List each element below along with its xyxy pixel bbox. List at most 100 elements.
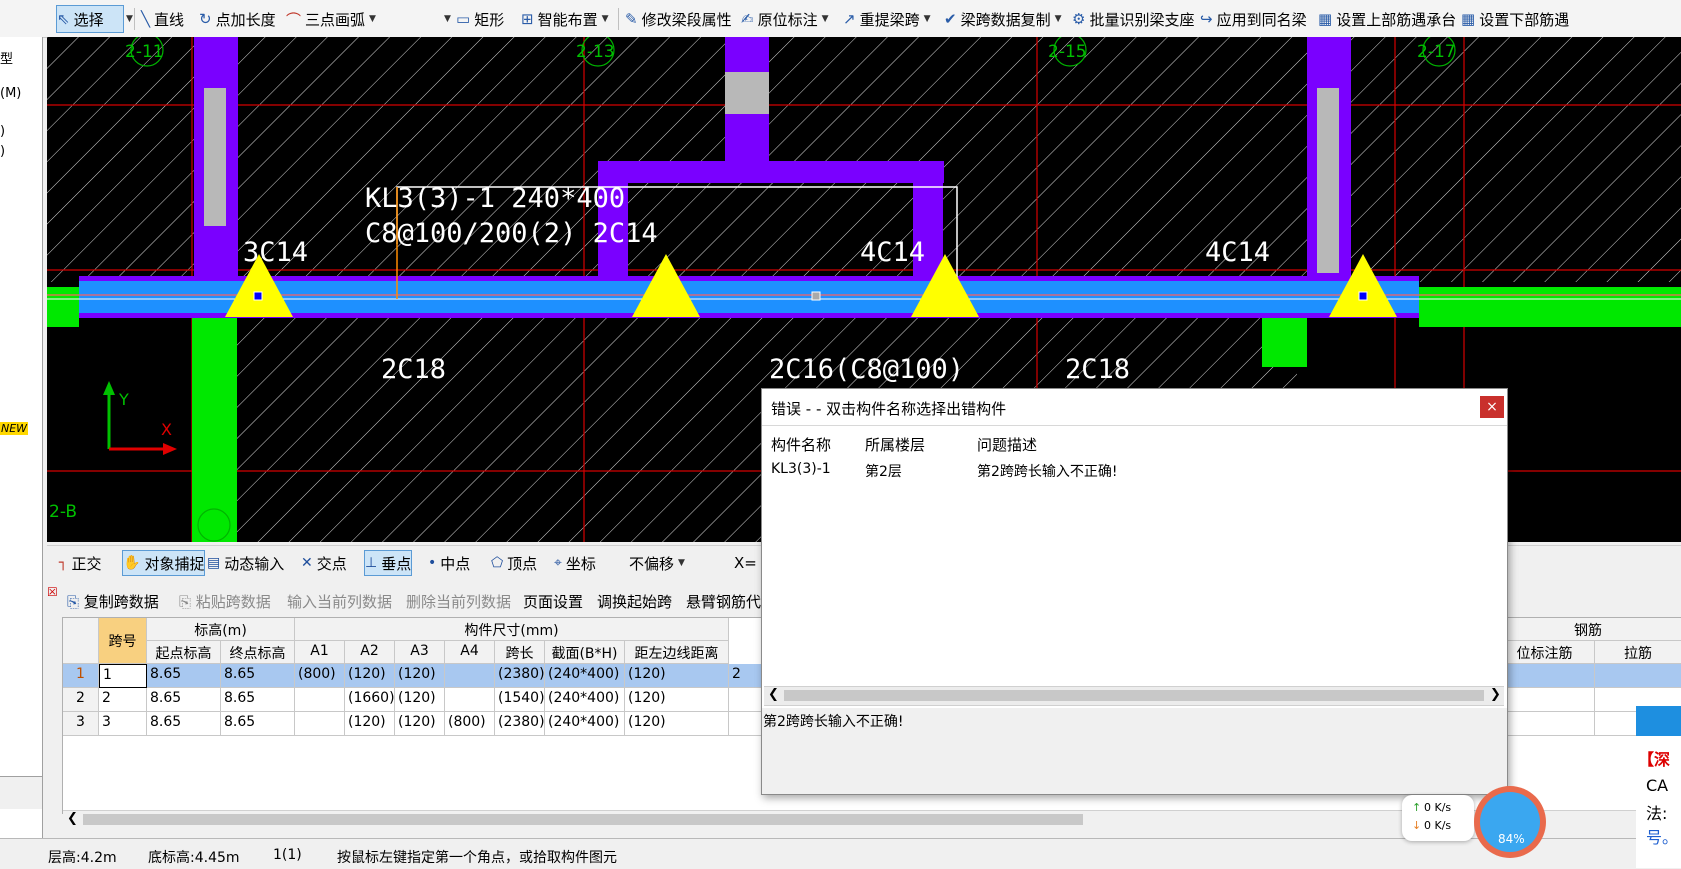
table-cell[interactable] <box>1495 664 1595 688</box>
table-cell[interactable]: (120) <box>345 712 395 736</box>
paste-span-data[interactable]: ⎘ 粘贴跨数据 <box>179 591 271 612</box>
copy-span-data-button[interactable]: ✔ 梁跨数据复制 ▼ <box>944 6 1062 32</box>
dynamic-input-toggle[interactable]: ▤ 动态输入 <box>207 551 284 575</box>
table-cell[interactable]: 8.65 <box>221 712 295 736</box>
table-cell[interactable]: (2380) <box>495 712 545 736</box>
close-button[interactable]: × <box>1480 396 1504 418</box>
table-cell[interactable]: 8.65 <box>221 664 295 688</box>
svg-text:Y: Y <box>118 390 129 409</box>
new-badge: NEW <box>0 422 29 435</box>
table-cell[interactable]: (1660) <box>345 688 395 712</box>
table-cell[interactable] <box>1495 712 1595 736</box>
size-header: 构件尺寸(mm) <box>295 618 729 641</box>
assistant-bubble[interactable]: 84% <box>1474 786 1546 858</box>
right-ad-panel[interactable]: 【深 CA 法: 号。 <box>1636 706 1681 868</box>
respan-button[interactable]: ↗ 重提梁跨 ▼ <box>843 6 931 32</box>
span-cell[interactable]: 3 <box>99 712 147 736</box>
select-tool-button[interactable]: ⇖ 选择 <box>56 5 124 33</box>
dialog-title: 错误 - - 双击构件名称选择出错构件 <box>771 400 1007 418</box>
top-rebar-label: 4C14 <box>860 237 925 268</box>
beam-name-label: KL3(3)-1 240*400 <box>365 183 625 214</box>
scroll-left-icon[interactable]: ❮ <box>768 687 779 702</box>
top-rebar-button[interactable]: ▦ 设置上部筋遇承台 <box>1318 6 1456 32</box>
delete-column-data[interactable]: 删除当前列数据 <box>406 591 511 612</box>
table-cell[interactable] <box>445 664 495 688</box>
coordinate-icon: ⌖ <box>554 555 562 571</box>
object-snap-toggle[interactable]: ✋ 对象捕捉 <box>122 550 206 576</box>
scroll-right-icon[interactable]: ❯ <box>1490 687 1501 702</box>
perpendicular-snap[interactable]: ⊥ 垂点 <box>364 550 413 576</box>
table-cell[interactable]: 8.65 <box>221 688 295 712</box>
table-cell[interactable]: (240*400) <box>545 712 625 736</box>
offset-select[interactable]: 不偏移 ▼ <box>629 551 685 575</box>
left-panel-text: ) <box>0 124 6 139</box>
scroll-thumb[interactable] <box>784 690 1484 701</box>
bottom-rebar-button[interactable]: ▦ 设置下部筋遇 <box>1461 6 1569 32</box>
line-tool-button[interactable]: ╲ 直线 <box>141 6 184 32</box>
in-place-annotation-button[interactable]: ✍ 原位标注 ▼ <box>741 6 829 32</box>
input-column-data[interactable]: 输入当前列数据 <box>287 591 392 612</box>
top-rebar-icon: ▦ <box>1318 10 1333 28</box>
vertex-snap[interactable]: ⬠ 顶点 <box>491 551 537 575</box>
batch-support-button[interactable]: ⚙ 批量识别梁支座 <box>1072 6 1194 32</box>
svg-text:X: X <box>161 420 172 439</box>
table-cell[interactable]: (240*400) <box>545 664 625 688</box>
span-cell[interactable]: 2 <box>99 688 147 712</box>
left-panel-footer <box>0 776 42 809</box>
table-cell[interactable] <box>1495 688 1595 712</box>
axis-label: 2-13 <box>576 42 615 62</box>
table-cell[interactable]: (800) <box>445 712 495 736</box>
apply-same-icon: ↪ <box>1200 10 1213 28</box>
table-cell[interactable]: (240*400) <box>545 688 625 712</box>
table-cell[interactable] <box>445 688 495 712</box>
table-cell[interactable] <box>1595 664 1681 688</box>
paste-icon: ⎘ <box>179 593 192 611</box>
midpoint-snap[interactable]: • 中点 <box>428 551 470 575</box>
table-cell[interactable]: (120) <box>395 664 445 688</box>
ad-header <box>1636 706 1681 736</box>
copy-span-data[interactable]: ⎘ 复制跨数据 <box>67 591 159 612</box>
apply-same-name-button[interactable]: ↪ 应用到同名梁 <box>1200 6 1307 32</box>
swap-start-span[interactable]: 调换起始跨 <box>597 591 672 612</box>
smart-layout-button[interactable]: ⊞ 智能布置 ▼ <box>521 6 609 32</box>
edit-beam-attr-button[interactable]: ✎ 修改梁段属性 <box>625 6 732 32</box>
table-cell[interactable]: 8.65 <box>147 712 221 736</box>
intersection-snap[interactable]: ✕ 交点 <box>301 551 347 575</box>
coordinate-snap[interactable]: ⌖ 坐标 <box>554 551 596 575</box>
table-cell[interactable]: (120) <box>625 688 729 712</box>
table-cell[interactable]: (120) <box>625 712 729 736</box>
scroll-thumb[interactable] <box>83 814 1083 825</box>
table-cell[interactable]: (120) <box>625 664 729 688</box>
table-cell[interactable]: (1540) <box>495 688 545 712</box>
table-cell[interactable]: (120) <box>395 688 445 712</box>
table-cell[interactable] <box>295 712 345 736</box>
three-point-arc-button[interactable]: ⌒ 三点画弧 ▼ <box>286 6 376 32</box>
panel-close-icon[interactable]: ☒ <box>47 585 58 599</box>
page-setup[interactable]: 页面设置 <box>523 591 583 612</box>
table-cell[interactable]: (120) <box>395 712 445 736</box>
span-cell[interactable]: 1 <box>99 664 147 688</box>
dialog-titlebar[interactable]: 错误 - - 双击构件名称选择出错构件 × <box>762 389 1507 426</box>
network-speed-widget: ↑ 0 K/s ↓ 0 K/s <box>1402 795 1474 841</box>
shape-dropdown[interactable]: ▼ <box>440 6 451 32</box>
scroll-left-icon[interactable]: ❮ <box>67 811 78 826</box>
dialog-scrollbar[interactable]: ❮ ❯ <box>764 686 1504 706</box>
cantilever-rebar[interactable]: 悬臂钢筋代 <box>686 591 761 612</box>
wall-3 <box>598 161 944 183</box>
table-cell[interactable]: 8.65 <box>147 688 221 712</box>
error-component-name[interactable]: KL3(3)-1 <box>771 461 831 477</box>
column-header: 起点标高 <box>147 641 221 664</box>
rectangle-button[interactable]: ▭ 矩形 <box>456 6 504 32</box>
table-cell[interactable]: (2380) <box>495 664 545 688</box>
table-cell[interactable]: (120) <box>345 664 395 688</box>
left-panel-text: (M) <box>0 86 22 101</box>
table-cell[interactable]: (800) <box>295 664 345 688</box>
cursor-icon: ⇖ <box>57 10 70 28</box>
select-dropdown[interactable]: ▼ <box>122 6 133 32</box>
table-cell[interactable] <box>295 688 345 712</box>
point-length-button[interactable]: ↻ 点加长度 <box>199 6 276 32</box>
error-floor: 第2层 <box>865 464 902 480</box>
respan-icon: ↗ <box>843 10 856 28</box>
ortho-toggle[interactable]: ┐ 正交 <box>59 551 101 575</box>
table-cell[interactable]: 8.65 <box>147 664 221 688</box>
